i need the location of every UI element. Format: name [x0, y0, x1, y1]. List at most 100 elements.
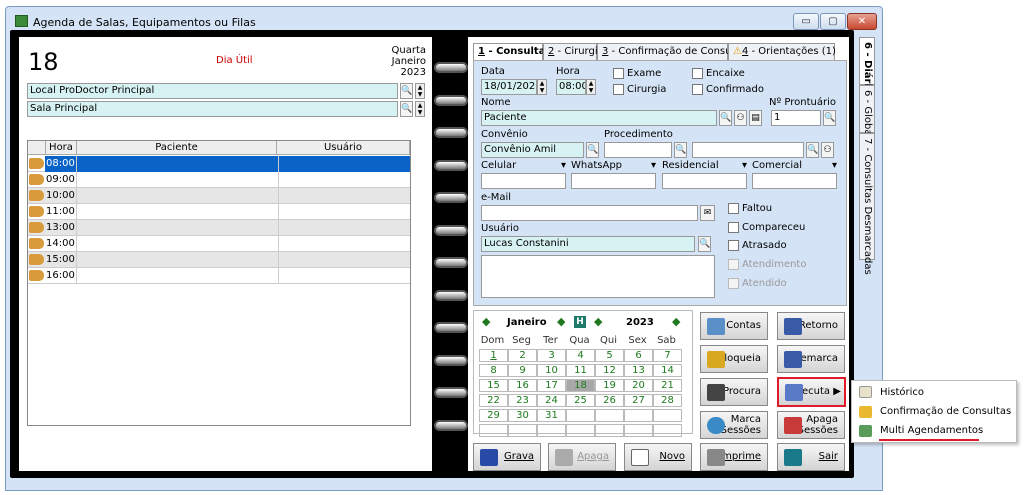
calendar-day[interactable]: 8 — [480, 364, 507, 377]
binoculars-icon[interactable]: ⚇ — [821, 142, 834, 158]
tab-cirurgia[interactable]: 2 - Cirurgia — [543, 43, 604, 60]
table-row[interactable]: 15:00 — [28, 252, 410, 268]
calendar-day[interactable]: 15 — [480, 379, 507, 392]
calendar-day[interactable]: 11 — [567, 364, 594, 377]
calendar-day[interactable]: 13 — [625, 364, 652, 377]
calendar-cell[interactable] — [479, 424, 508, 437]
residencial-field[interactable] — [662, 173, 747, 189]
confirmado-checkbox[interactable] — [692, 84, 703, 95]
calendar-day[interactable] — [567, 409, 594, 422]
table-row[interactable]: 10:00 — [28, 188, 410, 204]
search-icon[interactable]: 🔍 — [586, 142, 599, 158]
tab-diaria[interactable]: 6 - Diária — [859, 37, 875, 94]
nome-field[interactable]: Paciente — [481, 110, 717, 126]
calendar-day[interactable]: 3 — [538, 349, 565, 362]
procedimento-code-field[interactable] — [604, 142, 672, 158]
calendar-day[interactable]: 19 — [596, 379, 623, 392]
search-icon[interactable]: 🔍 — [400, 101, 413, 117]
menu-multi-agendamentos[interactable]: Multi Agendamentos — [880, 425, 983, 436]
remarca-button[interactable]: Remarca — [777, 345, 845, 373]
calendar-day[interactable]: 6 — [625, 349, 652, 362]
imprime-button[interactable]: Imprime — [700, 443, 768, 471]
calendar-day[interactable]: 26 — [596, 394, 623, 407]
calendar-day[interactable]: 7 — [654, 349, 681, 362]
table-row[interactable]: 08:00 — [28, 156, 410, 172]
col-usuario[interactable]: Usuário — [277, 141, 410, 155]
bloqueia-button[interactable]: Bloqueia — [700, 345, 768, 373]
email-field[interactable] — [481, 205, 698, 221]
tab-global[interactable]: 6 - Global — [859, 85, 875, 138]
calendar-day[interactable]: 20 — [625, 379, 652, 392]
menu-historico[interactable]: Histórico — [880, 387, 924, 398]
calendar-cell[interactable] — [566, 424, 595, 437]
calendar-day[interactable]: 24 — [538, 394, 565, 407]
calendar-day[interactable]: 29 — [480, 409, 507, 422]
calendar-day[interactable]: 25 — [567, 394, 594, 407]
comercial-field[interactable] — [752, 173, 837, 189]
hora-field[interactable]: 08:00 — [556, 79, 586, 95]
calendar-cell[interactable] — [508, 424, 537, 437]
search-icon[interactable]: 🔍 — [674, 142, 687, 158]
calendar-day[interactable]: 5 — [596, 349, 623, 362]
calendar-day[interactable]: 16 — [509, 379, 536, 392]
calendar-cell[interactable] — [653, 424, 682, 437]
close-button[interactable]: ✕ — [847, 13, 877, 30]
calendar-day[interactable]: 10 — [538, 364, 565, 377]
celular-combo[interactable]: Celular ▾ — [481, 160, 566, 171]
local-spin[interactable]: ▲ ▼ — [415, 83, 425, 99]
compareceu-checkbox[interactable] — [728, 222, 739, 233]
calendar-day[interactable] — [596, 409, 623, 422]
contas-button[interactable]: Contas — [700, 312, 768, 340]
maximize-button[interactable]: ▢ — [820, 13, 846, 30]
celular-field[interactable] — [481, 173, 566, 189]
calendar-day[interactable]: 12 — [596, 364, 623, 377]
calendar-day[interactable]: 28 — [654, 394, 681, 407]
table-row[interactable]: 14:00 — [28, 236, 410, 252]
prev-month-icon[interactable]: ◆ — [482, 315, 490, 328]
procura-button[interactable]: Procura — [700, 378, 768, 406]
calendar-cell[interactable] — [624, 424, 653, 437]
novo-button[interactable]: Novo — [624, 443, 692, 471]
search-icon[interactable]: 🔍 — [719, 110, 732, 126]
email-icon[interactable]: ✉ — [700, 205, 715, 221]
encaixe-checkbox[interactable] — [692, 68, 703, 79]
calendar-day[interactable]: 27 — [625, 394, 652, 407]
local-field[interactable]: Local ProDoctor Principal — [27, 83, 398, 99]
sala-field[interactable]: Sala Principal — [27, 101, 398, 117]
card-icon[interactable]: ▤ — [749, 110, 762, 126]
faltou-checkbox[interactable] — [728, 203, 739, 214]
calendar-day[interactable] — [625, 409, 652, 422]
minimize-button[interactable]: ▭ — [793, 13, 819, 30]
data-spin[interactable]: ▲ ▼ — [537, 79, 547, 95]
whatsapp-field[interactable] — [571, 173, 656, 189]
apaga-sessoes-button[interactable]: Apaga Sessões — [777, 411, 845, 439]
calendar-cell[interactable] — [595, 424, 624, 437]
marca-sessoes-button[interactable]: Marca Sessões — [700, 411, 768, 439]
menu-confirmacao[interactable]: Confirmação de Consultas — [880, 406, 1011, 417]
whatsapp-combo[interactable]: WhatsApp ▾ — [571, 160, 656, 171]
prontuario-field[interactable]: 1 — [771, 110, 821, 126]
data-field[interactable]: 18/01/2023 — [481, 79, 537, 95]
calendar-day[interactable]: 21 — [654, 379, 681, 392]
calendar-day[interactable]: 30 — [509, 409, 536, 422]
exame-checkbox[interactable] — [613, 68, 624, 79]
table-row[interactable]: 16:00 — [28, 268, 410, 284]
search-icon[interactable]: 🔍 — [806, 142, 819, 158]
calendar-day[interactable]: 31 — [538, 409, 565, 422]
cirurgia-checkbox[interactable] — [613, 84, 624, 95]
search-icon[interactable]: 🔍 — [400, 83, 413, 99]
next-year-icon[interactable]: ◆ — [672, 315, 680, 328]
comercial-combo[interactable]: Comercial ▾ — [752, 160, 837, 171]
executa-button[interactable]: Executa ▶ — [777, 377, 846, 407]
usuario-field[interactable]: Lucas Constanini — [481, 236, 695, 252]
calendar-day[interactable]: 22 — [480, 394, 507, 407]
sala-spin[interactable]: ▲ ▼ — [415, 101, 425, 117]
tab-desmarcadas[interactable]: 7 - Consultas Desmarcadas — [859, 133, 875, 275]
calendar-day[interactable] — [654, 409, 681, 422]
tab-consulta[interactable]: 1 - Consulta — [473, 43, 545, 61]
calendar-day[interactable]: 17 — [538, 379, 565, 392]
calendar-day[interactable]: 14 — [654, 364, 681, 377]
calendar-day[interactable]: 2 — [509, 349, 536, 362]
calendar-day[interactable]: 23 — [509, 394, 536, 407]
tab-orientacoes[interactable]: ⚠4 - Orientações (1) — [728, 43, 836, 60]
